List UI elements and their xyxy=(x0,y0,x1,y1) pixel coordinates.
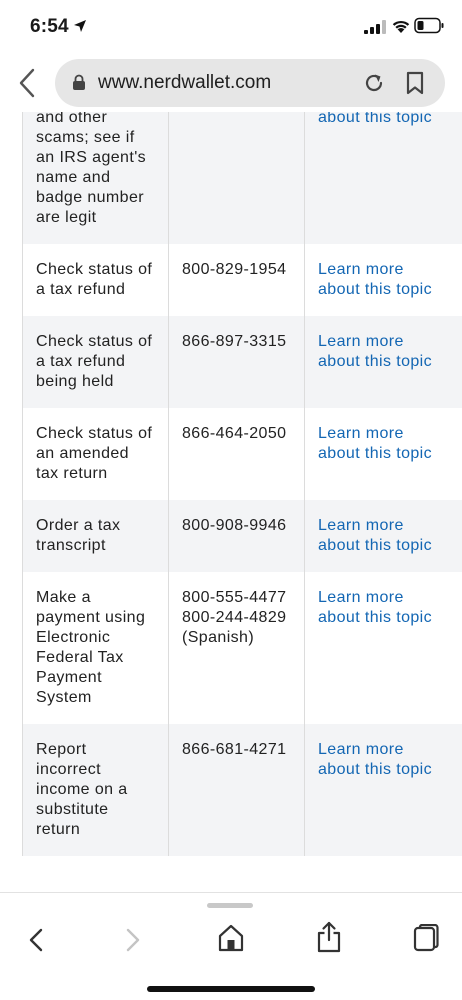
topic-cell: Check status of a tax refund being held xyxy=(23,316,169,408)
table-row: Report incorrect income on a substitute … xyxy=(23,724,462,856)
topic-cell: Make a payment using Electronic Federal … xyxy=(23,572,169,724)
table-row: Check status of an amended tax return 86… xyxy=(23,408,462,500)
page-content: Report phishing and other scams; see if … xyxy=(0,112,462,892)
learn-more-link[interactable]: Learn more about this topic xyxy=(305,408,462,500)
cellular-signal-icon xyxy=(364,20,386,34)
url-text[interactable]: www.nerdwallet.com xyxy=(98,72,271,94)
lock-icon xyxy=(72,74,86,91)
irs-phone-table: Report phishing and other scams; see if … xyxy=(22,112,462,856)
phone-cell: 800-555-4477 800-244-4829 (Spanish) xyxy=(169,572,305,724)
browser-toolbar: www.nerdwallet.com xyxy=(0,56,462,112)
learn-more-link[interactable]: Learn more about this topic xyxy=(305,500,462,572)
phone-cell: 866-681-4271 xyxy=(169,724,305,856)
tabs-icon[interactable] xyxy=(413,924,439,952)
home-icon[interactable] xyxy=(217,923,245,953)
battery-icon xyxy=(414,17,444,34)
topic-cell: Order a tax transcript xyxy=(23,500,169,572)
table-row: Check status of a tax refund 800-829-195… xyxy=(23,244,462,316)
back-icon[interactable] xyxy=(27,926,45,954)
status-time: 6:54 xyxy=(30,16,69,38)
table-row: Make a payment using Electronic Federal … xyxy=(23,572,462,724)
table-row: Check status of a tax refund being held … xyxy=(23,316,462,408)
wifi-icon xyxy=(391,17,411,34)
learn-more-link[interactable]: Learn more about this topic xyxy=(305,572,462,724)
phone-cell: 866-464-2050 xyxy=(169,408,305,500)
phone-cell: 800-829-1954 xyxy=(169,244,305,316)
status-bar: 6:54 xyxy=(0,0,462,56)
phone-cell: 800-366-4484 xyxy=(169,112,305,244)
phone-cell: 866-897-3315 xyxy=(169,316,305,408)
table-row: Report phishing and other scams; see if … xyxy=(23,112,462,244)
topic-cell: Report incorrect income on a substitute … xyxy=(23,724,169,856)
topic-cell: Report phishing and other scams; see if … xyxy=(23,112,169,244)
back-chevron-icon[interactable] xyxy=(16,66,38,100)
home-indicator xyxy=(147,986,315,992)
table-row: Order a tax transcript 800-908-9946 Lear… xyxy=(23,500,462,572)
reload-icon[interactable] xyxy=(362,71,386,95)
sheet-grabber[interactable] xyxy=(207,903,253,908)
learn-more-link[interactable]: Learn more about this topic xyxy=(305,724,462,856)
topic-cell: Check status of an amended tax return xyxy=(23,408,169,500)
learn-more-link[interactable]: Learn more about this topic xyxy=(305,244,462,316)
share-icon[interactable] xyxy=(316,921,342,953)
bottom-toolbar xyxy=(0,892,462,1000)
address-bar[interactable]: www.nerdwallet.com xyxy=(55,59,445,107)
topic-cell: Check status of a tax refund xyxy=(23,244,169,316)
forward-icon[interactable] xyxy=(124,926,142,954)
learn-more-link[interactable]: Learn more about this topic xyxy=(305,316,462,408)
location-arrow-icon xyxy=(73,19,87,33)
bookmark-icon[interactable] xyxy=(405,71,425,95)
learn-more-link[interactable]: Learn more about this topic xyxy=(305,112,462,244)
phone-cell: 800-908-9946 xyxy=(169,500,305,572)
